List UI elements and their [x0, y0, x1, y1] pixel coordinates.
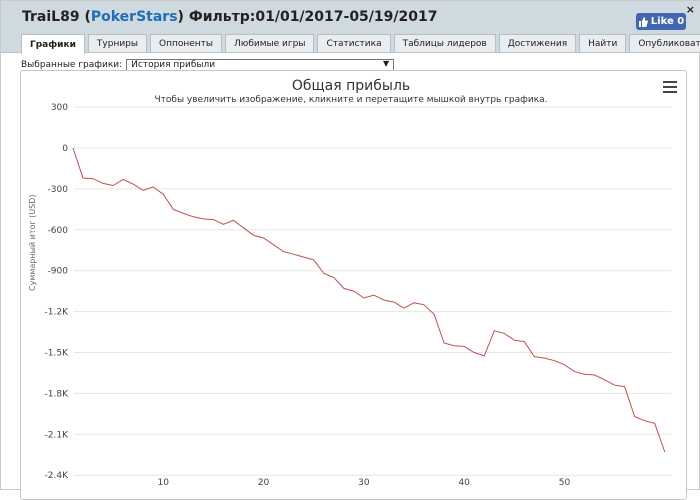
profit-line[interactable]	[72, 147, 666, 453]
y-tick-label: -2.1K	[45, 430, 70, 440]
y-tick-label: 300	[51, 103, 68, 113]
y-tick-label: -1.8K	[45, 389, 70, 399]
y-tick-label: -1.5K	[45, 349, 70, 359]
chart-plot: 300 0 -300 -600 -900 -1.2K -1.5K -1.8K -2.1K -2.4…	[45, 103, 671, 488]
y-tick-label: -1.2K	[45, 308, 70, 318]
x-tick-label: 20	[258, 478, 270, 488]
y-tick-label: 0	[62, 144, 68, 154]
y-tick-label: -300	[48, 185, 69, 195]
y-tick-label: -600	[48, 226, 69, 236]
x-tick-label: 10	[158, 478, 170, 488]
x-tick-label: 40	[458, 478, 470, 488]
x-tick-label: 50	[559, 478, 571, 488]
x-tick-label: 30	[358, 478, 370, 488]
y-tick-label: -2.4K	[45, 471, 70, 481]
y-tick-label: -900	[48, 267, 69, 277]
app-window: TraiL89 (PokerStars) Фильтр:01/01/2017-0…	[0, 0, 700, 500]
